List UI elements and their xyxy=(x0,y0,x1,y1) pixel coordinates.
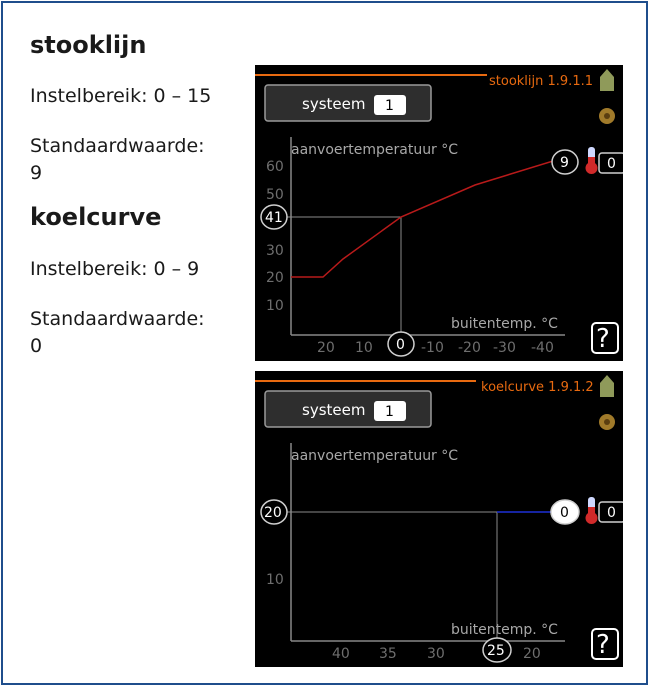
heating-curve-screen: stooklijn 1.9.1.1 systeem 1 aanvoertempe… xyxy=(255,65,623,361)
help-button[interactable]: ? xyxy=(591,322,619,354)
house-icon[interactable] xyxy=(600,375,614,397)
gear-icon[interactable] xyxy=(599,108,615,124)
flow-temp-marker-value: 20 xyxy=(264,505,282,521)
default-value-stooklijn: 9 xyxy=(30,162,43,184)
x-tick: -30 xyxy=(493,340,516,356)
y-axis-label: aanvoertemperatuur °C xyxy=(291,448,458,464)
x-tick: 30 xyxy=(427,646,445,662)
range-stooklijn: Instelbereik: 0 – 15 xyxy=(30,85,212,107)
menu-title: stooklijn 1.9.1.1 xyxy=(489,74,593,89)
system-selector[interactable]: systeem 1 xyxy=(264,84,432,122)
outdoor-temp-marker[interactable]: 25 xyxy=(482,637,512,663)
cooling-curve-screen: koelcurve 1.9.1.2 systeem 1 aanvoertempe… xyxy=(255,371,623,667)
heating-curve-line xyxy=(291,160,575,278)
heating-curve-display: stooklijn 1.9.1.1 systeem 1 aanvoertempe… xyxy=(255,69,623,357)
x-axis-label: buitentemp. °C xyxy=(451,622,558,638)
y-tick: 10 xyxy=(266,298,284,314)
help-button[interactable]: ? xyxy=(591,628,619,660)
curve-value-marker[interactable]: 0 xyxy=(550,499,580,525)
x-tick: -20 xyxy=(458,340,481,356)
heading-koelcurve: koelcurve xyxy=(30,203,162,231)
x-tick: 20 xyxy=(523,646,541,662)
system-selector[interactable]: systeem 1 xyxy=(264,390,432,428)
default-label-stooklijn: Standaardwaarde: xyxy=(30,135,205,157)
y-tick: 10 xyxy=(266,572,284,588)
x-tick: 35 xyxy=(379,646,397,662)
help-icon: ? xyxy=(596,630,610,660)
thermometer-icon xyxy=(585,147,598,174)
outdoor-temp-marker-value: 25 xyxy=(487,643,505,659)
flow-temp-marker[interactable]: 41 xyxy=(260,204,288,230)
y-tick: 20 xyxy=(266,270,284,286)
x-tick: 40 xyxy=(332,646,350,662)
heading-stooklijn: stooklijn xyxy=(30,31,147,59)
system-label: systeem xyxy=(302,95,365,113)
y-axis-label: aanvoertemperatuur °C xyxy=(291,142,458,158)
outdoor-temp-marker[interactable]: 0 xyxy=(387,331,415,357)
range-koelcurve: Instelbereik: 0 – 9 xyxy=(30,258,200,280)
curve-value: 0 xyxy=(560,505,569,521)
y-tick: 60 xyxy=(266,159,284,175)
default-label-koelcurve: Standaardwaarde: xyxy=(30,308,205,330)
house-icon[interactable] xyxy=(600,69,614,91)
document-frame: stooklijn Instelbereik: 0 – 15 Standaard… xyxy=(1,1,648,685)
cooling-curve-display: koelcurve 1.9.1.2 systeem 1 aanvoertempe… xyxy=(255,375,623,663)
temp-offset-value: 0 xyxy=(607,505,616,521)
system-label: systeem xyxy=(302,401,365,419)
x-tick: 20 xyxy=(317,340,335,356)
default-value-koelcurve: 0 xyxy=(30,335,43,357)
menu-title: koelcurve 1.9.1.2 xyxy=(481,380,594,395)
gear-icon[interactable] xyxy=(599,414,615,430)
x-tick: 10 xyxy=(355,340,373,356)
y-tick: 50 xyxy=(266,187,284,203)
outdoor-temp-marker-value: 0 xyxy=(396,337,405,353)
temp-offset-value: 0 xyxy=(607,156,616,172)
flow-temp-marker-value: 41 xyxy=(265,210,283,226)
flow-temp-marker[interactable]: 20 xyxy=(260,499,288,525)
x-tick: -40 xyxy=(531,340,554,356)
system-value: 1 xyxy=(385,404,394,420)
y-tick: 30 xyxy=(266,243,284,259)
thermometer-icon xyxy=(585,497,598,524)
x-axis-label: buitentemp. °C xyxy=(451,316,558,332)
system-value: 1 xyxy=(385,98,394,114)
curve-value-marker[interactable]: 9 xyxy=(551,149,579,175)
temp-offset-selector[interactable]: 0 xyxy=(598,152,623,174)
curve-value: 9 xyxy=(560,155,569,171)
temp-offset-selector[interactable]: 0 xyxy=(598,501,623,523)
help-icon: ? xyxy=(596,324,610,354)
x-tick: -10 xyxy=(421,340,444,356)
